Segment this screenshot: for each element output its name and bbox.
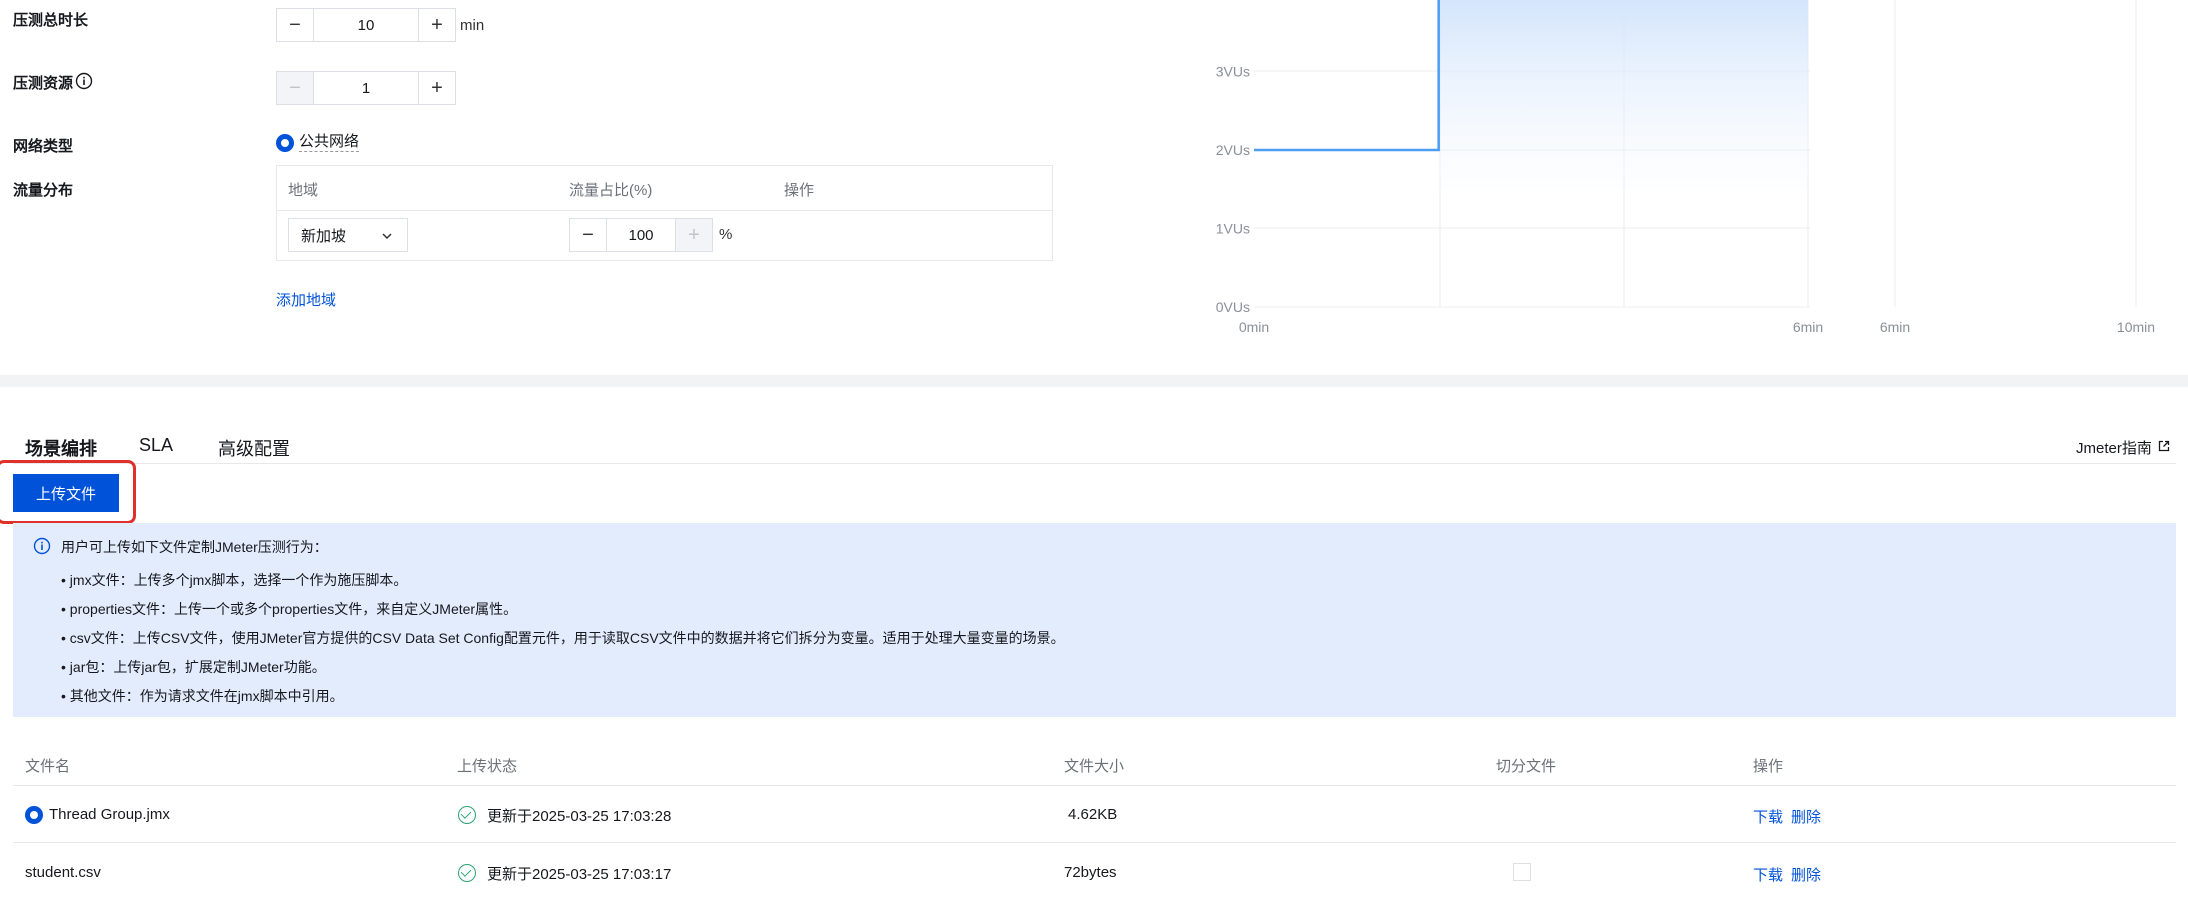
add-region-link[interactable]: 添加地域 — [276, 289, 336, 310]
ratio-increment-button[interactable]: + — [676, 219, 712, 251]
resource-stepper[interactable]: − 1 + — [276, 71, 456, 105]
network-option-label[interactable]: 公共网络 — [299, 133, 360, 152]
delete-link[interactable]: 删除 — [1791, 864, 1821, 885]
tab-sla[interactable]: SLA — [139, 435, 173, 456]
y-tick-label: 0VUs — [1216, 299, 1250, 315]
chevron-down-icon — [381, 229, 393, 246]
traffic-label: 流量分布 — [13, 182, 74, 199]
files-header-size: 文件大小 — [1064, 758, 1125, 775]
duration-increment-button[interactable]: + — [419, 9, 455, 41]
jmeter-guide-link[interactable]: Jmeter指南 — [2076, 437, 2170, 458]
file-name: Thread Group.jmx — [49, 806, 170, 823]
jmeter-guide-label: Jmeter指南 — [2076, 440, 2152, 457]
duration-unit: min — [460, 17, 485, 34]
success-check-icon — [458, 864, 476, 882]
ratio-stepper[interactable]: − 100 + — [569, 218, 713, 252]
notice-item-other: • 其他文件：作为请求文件在jmx脚本中引用。 — [61, 688, 344, 704]
ratio-decrement-button[interactable]: − — [570, 219, 606, 251]
traffic-header-action: 操作 — [784, 182, 815, 199]
info-notice: 用户可上传如下文件定制JMeter压测行为： • jmx文件：上传多个jmx脚本… — [13, 523, 2176, 717]
region-select-value: 新加坡 — [301, 227, 347, 245]
resource-increment-button[interactable]: + — [419, 72, 455, 104]
tabs-bottom-border — [13, 463, 2176, 464]
traffic-header-ratio: 流量占比(%) — [569, 182, 653, 199]
file-name: student.csv — [25, 864, 101, 881]
files-header-split: 切分文件 — [1496, 758, 1557, 775]
files-header-status: 上传状态 — [457, 758, 518, 775]
duration-input[interactable]: 10 — [313, 9, 419, 41]
notice-item-csv: • csv文件：上传CSV文件，使用JMeter官方提供的CSV Data Se… — [61, 630, 1065, 646]
x-tick-label: 10min — [2117, 319, 2155, 335]
traffic-header-region: 地域 — [288, 182, 319, 199]
tab-advanced[interactable]: 高级配置 — [218, 435, 290, 461]
y-tick-label: 3VUs — [1216, 64, 1250, 80]
duration-stepper[interactable]: − 10 + — [276, 8, 456, 42]
download-link[interactable]: 下载 — [1753, 806, 1783, 827]
notice-info-icon — [33, 537, 51, 560]
network-radio[interactable] — [276, 134, 294, 152]
y-tick-label: 1VUs — [1216, 221, 1250, 237]
x-tick-label: 6min — [1880, 319, 1910, 335]
file-size: 4.62KB — [1068, 806, 1118, 823]
tab-scenario[interactable]: 场景编排 — [25, 435, 97, 461]
external-link-icon — [2158, 439, 2170, 456]
duration-label: 压测总时长 — [13, 12, 89, 29]
file-size: 72bytes — [1064, 864, 1117, 881]
upload-file-button[interactable]: 上传文件 — [13, 474, 119, 512]
ratio-unit: % — [719, 226, 733, 243]
file-status: 更新于2025-03-25 17:03:28 — [487, 808, 672, 825]
x-tick-label: 0min — [1239, 319, 1269, 335]
traffic-table: 地域 流量占比(%) 操作 新加坡 − 100 + % — [276, 165, 1053, 261]
ratio-input[interactable]: 100 — [606, 219, 676, 251]
network-label: 网络类型 — [13, 138, 74, 155]
file-status: 更新于2025-03-25 17:03:17 — [487, 866, 672, 883]
resource-label: 压测资源 — [13, 75, 74, 92]
vus-chart: 0VUs 1VUs 2VUs 3VUs 0min 6min 6min 10min — [1216, 0, 2155, 335]
section-divider — [0, 375, 2188, 387]
notice-item-jmx: • jmx文件：上传多个jmx脚本，选择一个作为施压脚本。 — [61, 572, 408, 588]
notice-title: 用户可上传如下文件定制JMeter压测行为： — [61, 539, 328, 555]
success-check-icon — [458, 806, 476, 824]
delete-link[interactable]: 删除 — [1791, 806, 1821, 827]
duration-decrement-button[interactable]: − — [277, 9, 313, 41]
y-tick-label: 2VUs — [1216, 142, 1250, 158]
notice-item-properties: • properties文件：上传一个或多个properties文件，来自定义J… — [61, 601, 518, 617]
resource-input[interactable]: 1 — [313, 72, 419, 104]
region-select[interactable]: 新加坡 — [288, 218, 408, 252]
download-link[interactable]: 下载 — [1753, 864, 1783, 885]
files-header-name: 文件名 — [25, 758, 71, 775]
x-tick-label: 6min — [1793, 319, 1823, 335]
resource-decrement-button[interactable]: − — [277, 72, 313, 104]
split-file-checkbox[interactable] — [1513, 863, 1531, 881]
series-area — [1438, 0, 1808, 190]
notice-item-jar: • jar包：上传jar包，扩展定制JMeter功能。 — [61, 659, 326, 675]
info-icon[interactable] — [75, 72, 93, 90]
files-header-action: 操作 — [1753, 758, 1784, 775]
file-select-radio[interactable] — [25, 806, 43, 824]
